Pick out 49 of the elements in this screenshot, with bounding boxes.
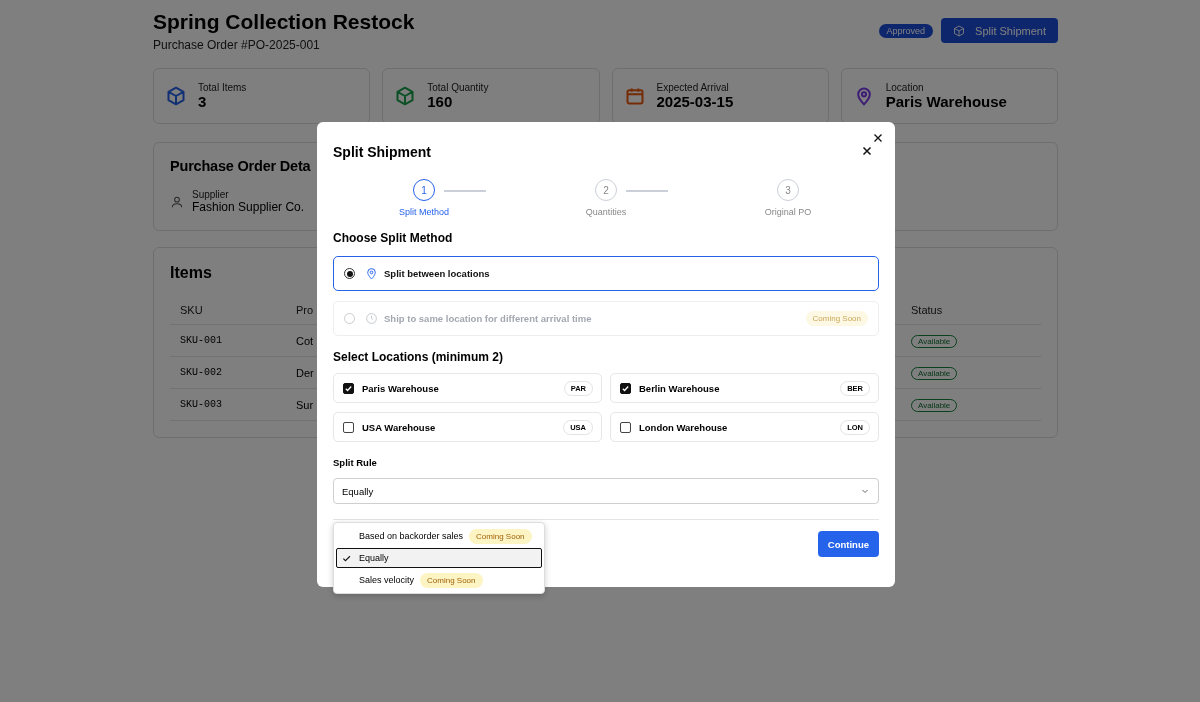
stat-value: Paris Warehouse	[885, 93, 1007, 110]
check-icon	[342, 554, 351, 563]
dropdown-option[interactable]: Based on backorder sales Coming Soon	[336, 526, 542, 546]
page-title: Spring Collection Restock	[153, 10, 415, 34]
coming-soon-badge: Coming Soon	[469, 528, 532, 544]
split-shipment-button[interactable]: Split Shipment	[941, 18, 1058, 43]
status-badge: Approved	[878, 23, 934, 38]
dialog-title: Split Shipment	[333, 144, 431, 160]
column-header: SKU	[170, 296, 286, 325]
checkbox[interactable]	[343, 421, 354, 433]
continue-button[interactable]: Continue	[817, 531, 879, 557]
step-label: Quantities	[585, 207, 627, 217]
step-label: Split Method	[399, 207, 449, 217]
person-icon	[170, 194, 184, 209]
close-icon[interactable]	[861, 145, 873, 157]
section-title: Items	[170, 264, 212, 282]
table-cell: SKU-002	[170, 356, 286, 389]
split-rule-select[interactable]: Equally	[333, 478, 879, 504]
checkbox[interactable]	[343, 382, 354, 394]
clock-icon	[365, 312, 378, 325]
stat-label: Total Items	[198, 82, 247, 93]
checkbox[interactable]	[620, 421, 631, 433]
page-subtitle: Purchase Order #PO-2025-001	[153, 38, 321, 52]
section-heading: Choose Split Method	[333, 231, 453, 245]
box-icon	[953, 24, 966, 37]
coming-soon-badge: Coming Soon	[805, 311, 868, 326]
stat-value: 2025-03-15	[656, 93, 734, 110]
checkbox[interactable]	[620, 382, 631, 394]
field-label: Split Rule	[333, 457, 377, 468]
field-value: Fashion Supplier Co.	[192, 200, 305, 214]
stat-label: Location	[885, 82, 925, 93]
dropdown-option[interactable]: Sales velocity Coming Soon	[336, 570, 542, 590]
stat-label: Expected Arrival	[656, 82, 730, 93]
field-label: Supplier	[192, 189, 230, 200]
location-name: London Warehouse	[639, 421, 729, 433]
stat-label: Total Quantity	[427, 82, 489, 93]
stat-value: 160	[427, 93, 454, 110]
section-title: Purchase Order Deta	[170, 158, 311, 174]
close-icon[interactable]	[872, 132, 884, 144]
stat-value: 3	[198, 93, 208, 110]
coming-soon-badge: Coming Soon	[420, 572, 483, 588]
table-cell: SKU-001	[170, 324, 286, 357]
table-cell: SKU-003	[170, 388, 286, 421]
dropdown-option[interactable]: Equally	[336, 548, 542, 568]
location-name: USA Warehouse	[362, 421, 437, 433]
step-label: Original PO	[764, 207, 812, 217]
pin-icon	[365, 267, 378, 280]
method-option[interactable]: Split between locations	[333, 256, 879, 291]
column-header: Status	[901, 296, 1041, 325]
